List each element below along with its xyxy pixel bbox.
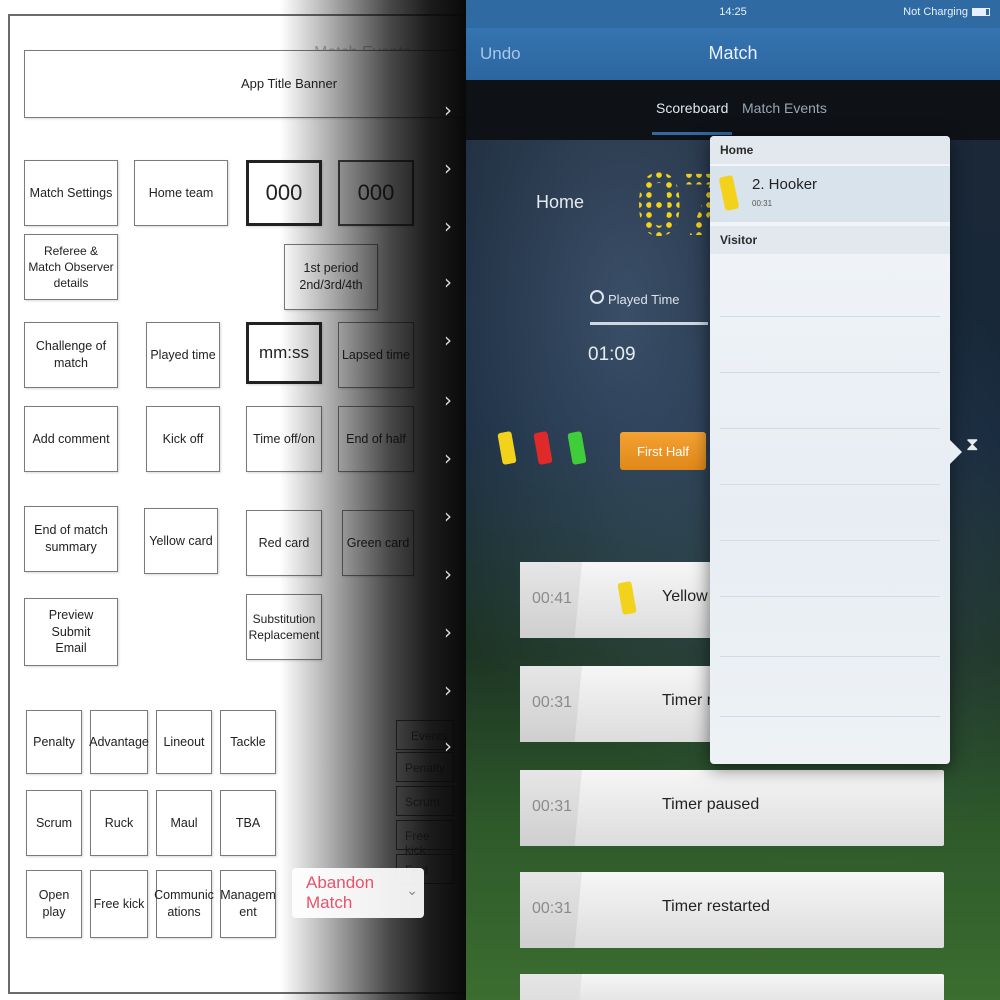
wire-side-label-3: Scrum [405, 795, 440, 809]
wire-home-score: 000 [246, 160, 322, 226]
home-team-label: Home [536, 192, 585, 212]
status-charging: Not Charging [903, 6, 990, 18]
wire-red-card[interactable]: Red card [246, 510, 322, 576]
popover-home-header: Home [710, 136, 950, 164]
divider [720, 316, 940, 317]
wire-lapsed-time: Lapsed time [338, 322, 414, 388]
wire-end-of-match-summary[interactable]: End of match summary [24, 506, 118, 572]
wire-tba[interactable]: TBA [220, 790, 276, 856]
event-time: 00:31 [532, 798, 573, 815]
player-name: 2. Hooker [752, 176, 818, 193]
event-time: 00:41 [532, 590, 573, 607]
nav-bar: Undo Match [466, 28, 1000, 80]
divider [720, 656, 940, 657]
yellow-card-icon [617, 581, 637, 615]
wire-yellow-card[interactable]: Yellow card [144, 508, 218, 574]
wire-timer-display: mm:ss [246, 322, 322, 384]
player-card-row[interactable]: 2. Hooker 00:31 [710, 166, 950, 222]
divider [720, 484, 940, 485]
wire-add-comment[interactable]: Add comment [24, 406, 118, 472]
battery-icon [972, 8, 990, 17]
divider [720, 596, 940, 597]
wire-maul[interactable]: Maul [156, 790, 212, 856]
event-row[interactable]: 00:31 Timer paused [520, 770, 944, 846]
status-charging-label: Not Charging [903, 6, 968, 18]
divider [720, 540, 940, 541]
wire-management[interactable]: Managem ent [220, 870, 276, 938]
home-score-display: 07 [634, 160, 714, 252]
wire-side-box-3: Scrum [396, 786, 454, 816]
tab-match-events[interactable]: Match Events [742, 100, 827, 116]
event-time: 00:31 [532, 694, 573, 711]
chevron-down-icon: ⌄ [406, 882, 418, 898]
wire-ruck[interactable]: Ruck [90, 790, 148, 856]
wire-side-label-2: Penalty [405, 761, 446, 775]
tab-scoreboard[interactable]: Scoreboard [656, 100, 728, 116]
first-half-button[interactable]: First Half [620, 432, 706, 470]
wire-side-box-1: Events [396, 720, 454, 750]
wire-home-team[interactable]: Home team [134, 160, 228, 226]
played-time-value: 01:09 [588, 344, 636, 365]
yellow-card-icon [718, 174, 740, 212]
wire-advantage[interactable]: Advantage [89, 710, 149, 774]
status-bar: 14:25 Not Charging [466, 0, 1000, 28]
wire-away-score: 000 [338, 160, 414, 226]
wire-referee-details[interactable]: Referee & Match Observer details [24, 234, 118, 300]
wire-green-card[interactable]: Green card [342, 510, 414, 576]
event-time-column [520, 974, 582, 1000]
active-tab-indicator [652, 132, 732, 135]
divider [720, 372, 940, 373]
wire-lineout[interactable]: Lineout [156, 710, 212, 774]
card-popover: Home 2. Hooker 00:31 Visitor [710, 136, 950, 764]
segmented-tabs: Scoreboard Match Events [466, 80, 1000, 140]
wire-side-label-1: Events [411, 729, 448, 743]
wire-end-of-half[interactable]: End of half [338, 406, 414, 472]
wire-side-box-4: Free kick [396, 820, 454, 857]
wire-penalty[interactable]: Penalty [26, 710, 82, 774]
wire-kick-off[interactable]: Kick off [146, 406, 220, 472]
popover-visitor-header: Visitor [710, 226, 950, 254]
divider [720, 716, 940, 717]
wire-period[interactable]: 1st period 2nd/3rd/4th [284, 244, 378, 310]
hourglass-icon[interactable]: ⧗ [966, 434, 979, 455]
popover-arrow [950, 440, 962, 464]
wire-tackle[interactable]: Tackle [220, 710, 276, 774]
wire-communications[interactable]: Communic ations [154, 870, 214, 938]
wire-free-kick[interactable]: Free kick [90, 870, 148, 938]
wire-side-box-2: Penalty [396, 752, 454, 782]
wire-match-settings[interactable]: Match Settings [24, 160, 118, 226]
event-label: Timer restarted [662, 898, 770, 915]
divider [720, 428, 940, 429]
wire-challenge-of-match[interactable]: Challenge of match [24, 322, 118, 388]
abandon-match-button[interactable]: Abandon Match ⌄ [292, 868, 424, 918]
nav-title: Match [708, 43, 758, 63]
stopwatch-icon [590, 290, 604, 304]
played-time-label: Played Time [608, 292, 680, 307]
event-row[interactable] [520, 974, 944, 1000]
event-label: Timer paused [662, 796, 760, 813]
wire-preview-submit-email[interactable]: Preview Submit Email [24, 598, 118, 666]
wire-side-label-4: Free kick [405, 829, 430, 857]
played-time-divider [590, 322, 708, 325]
player-card-time: 00:31 [752, 199, 773, 208]
event-time: 00:31 [532, 900, 573, 917]
wire-time-off-on[interactable]: Time off/on [246, 406, 322, 472]
wire-scrum[interactable]: Scrum [26, 790, 82, 856]
wire-open-play[interactable]: Open play [26, 870, 82, 938]
wire-substitution[interactable]: Substitution Replacement [246, 594, 322, 660]
event-row[interactable]: 00:31 Timer restarted [520, 872, 944, 948]
wire-played-time: Played time [146, 322, 220, 388]
